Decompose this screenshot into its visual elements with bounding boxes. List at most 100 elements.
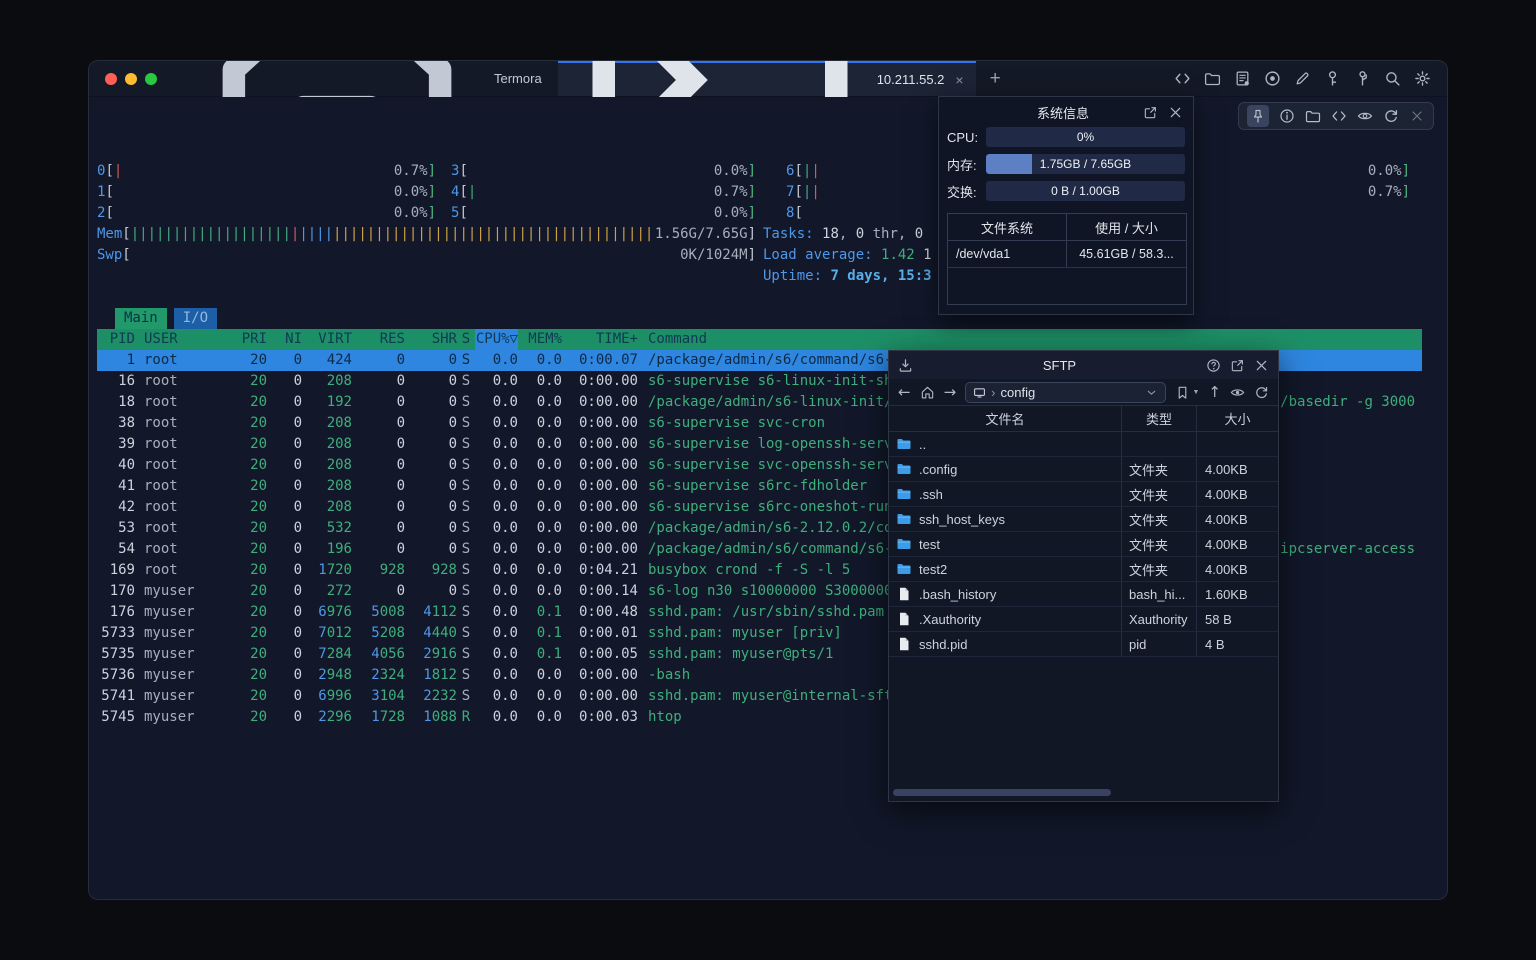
download-icon[interactable] xyxy=(898,358,913,373)
column-header-shr[interactable]: SHR xyxy=(405,329,457,350)
close-tab-icon[interactable]: × xyxy=(955,72,963,88)
file-name: test xyxy=(919,537,940,552)
htop-tab-main[interactable]: Main xyxy=(115,308,167,329)
refresh-icon[interactable] xyxy=(1254,385,1269,400)
bookmark-button[interactable]: ▼ xyxy=(1175,385,1199,400)
edit-icon[interactable] xyxy=(1294,70,1311,87)
back-icon[interactable]: ← xyxy=(898,383,911,401)
zoom-window-button[interactable] xyxy=(145,73,157,85)
log-icon[interactable] xyxy=(1234,70,1251,87)
nvidia-icon[interactable] xyxy=(1357,108,1373,124)
pin-icon[interactable] xyxy=(1247,105,1269,127)
fnkey-f2[interactable]: F2 xyxy=(164,899,181,900)
sftp-file-row[interactable]: test2文件夹4.00KB xyxy=(889,557,1278,582)
sftp-col-1[interactable]: 类型 xyxy=(1122,406,1197,431)
sftp-file-row[interactable]: .ssh文件夹4.00KB xyxy=(889,482,1278,507)
file-type: 文件夹 xyxy=(1122,557,1197,581)
fnlabel-f10[interactable]: Quit xyxy=(724,899,774,900)
column-header-time[interactable]: TIME+ xyxy=(562,329,638,350)
open-in-window-icon[interactable] xyxy=(1143,105,1158,120)
titlebar-actions xyxy=(1174,61,1447,96)
fnlabel-f5[interactable]: Tree xyxy=(381,899,431,900)
fs-name: /dev/vda1 xyxy=(948,241,1067,267)
fnlabel-f8[interactable]: Nice + xyxy=(582,899,632,900)
file-size xyxy=(1197,432,1278,456)
sftp-file-row[interactable]: ssh_host_keys文件夹4.00KB xyxy=(889,507,1278,532)
fnkey-f1[interactable]: F1 xyxy=(97,899,114,900)
minimize-window-button[interactable] xyxy=(125,73,137,85)
sftp-file-row[interactable]: .bash_historybash_hi...1.60KB xyxy=(889,582,1278,607)
column-header-command[interactable]: Command xyxy=(638,329,1422,350)
new-tab-button[interactable]: + xyxy=(976,61,1015,96)
tab-session[interactable]: 10.211.55.2 × xyxy=(558,61,976,96)
column-header-pid[interactable]: PID xyxy=(97,329,135,350)
fnlabel-f9[interactable]: Kill xyxy=(649,899,699,900)
fnlabel-f3[interactable]: Search xyxy=(248,899,298,900)
fnlabel-f4[interactable]: Filter xyxy=(314,899,364,900)
column-header-cpu[interactable]: CPU%▽ xyxy=(475,329,518,350)
sftp-file-row[interactable]: .XauthorityXauthority58 B xyxy=(889,607,1278,632)
column-header-virt[interactable]: VIRT xyxy=(302,329,352,350)
close-icon[interactable] xyxy=(1409,108,1425,124)
record-icon[interactable] xyxy=(1264,70,1281,87)
show-hidden-eye-icon[interactable] xyxy=(1230,385,1245,400)
terminal-float-toolbar xyxy=(1238,102,1434,130)
key-icon[interactable] xyxy=(1324,70,1341,87)
tab-bar: Termora 10.211.55.2 × + xyxy=(89,61,1447,97)
info-icon[interactable] xyxy=(1279,108,1295,124)
close-icon[interactable] xyxy=(1168,105,1183,120)
column-header-s[interactable]: S xyxy=(457,329,475,350)
column-header-ni[interactable]: NI xyxy=(267,329,302,350)
sftp-file-row[interactable]: test文件夹4.00KB xyxy=(889,532,1278,557)
fnlabel-f1[interactable]: Help xyxy=(114,899,164,900)
fnkey-f7[interactable]: F7 xyxy=(498,899,515,900)
sftp-col-2[interactable]: 大小 xyxy=(1197,406,1278,431)
chevron-down-icon[interactable] xyxy=(1145,386,1158,399)
metric-label: CPU: xyxy=(947,130,986,145)
code-icon[interactable] xyxy=(1331,108,1347,124)
forward-icon[interactable]: → xyxy=(944,383,957,401)
column-header-pri[interactable]: PRI xyxy=(220,329,267,350)
fnkey-f6[interactable]: F6 xyxy=(431,899,448,900)
sysinfo-metric: CPU:0% xyxy=(947,127,1185,147)
file-type xyxy=(1122,432,1197,456)
keychain-icon[interactable] xyxy=(1354,70,1371,87)
tab-termora[interactable]: Termora xyxy=(171,61,558,96)
sftp-file-row[interactable]: .config文件夹4.00KB xyxy=(889,457,1278,482)
close-window-button[interactable] xyxy=(105,73,117,85)
fnkey-f3[interactable]: F3 xyxy=(231,899,248,900)
fnkey-f8[interactable]: F8 xyxy=(565,899,582,900)
settings-icon[interactable] xyxy=(1414,70,1431,87)
sftp-window: SFTP ← → › config ▼ ↑ 文件名类型大小 ...config文… xyxy=(888,350,1279,802)
fnlabel-f7[interactable]: Nice - xyxy=(515,899,565,900)
fnkey-f10[interactable]: F10 xyxy=(699,899,724,900)
fnkey-f5[interactable]: F5 xyxy=(364,899,381,900)
parent-directory-icon[interactable]: ↑ xyxy=(1208,383,1221,401)
file-size: 58 B xyxy=(1197,607,1278,631)
column-header-res[interactable]: RES xyxy=(352,329,405,350)
sysinfo-metric: 内存:1.75GB / 7.65GB xyxy=(947,154,1185,174)
traffic-lights xyxy=(89,61,171,96)
column-header-mem[interactable]: MEM% xyxy=(518,329,562,350)
fnkey-f9[interactable]: F9 xyxy=(632,899,649,900)
sync-icon[interactable] xyxy=(1383,108,1399,124)
htop-tab-io[interactable]: I/O xyxy=(174,308,217,329)
sftp-file-row[interactable]: sshd.pidpid4 B xyxy=(889,632,1278,657)
folder-icon[interactable] xyxy=(1305,108,1321,124)
column-header-user[interactable]: USER xyxy=(135,329,220,350)
home-icon[interactable] xyxy=(920,385,935,400)
open-in-window-icon[interactable] xyxy=(1230,358,1245,373)
file-size: 4.00KB xyxy=(1197,482,1278,506)
sftp-col-0[interactable]: 文件名 xyxy=(889,406,1122,431)
search-icon[interactable] xyxy=(1384,70,1401,87)
fnlabel-f2[interactable]: Setup xyxy=(181,899,231,900)
close-icon[interactable] xyxy=(1254,358,1269,373)
sftp-file-row[interactable]: .. xyxy=(889,432,1278,457)
path-breadcrumb[interactable]: › config xyxy=(965,382,1166,403)
folder-icon[interactable] xyxy=(1204,70,1221,87)
help-icon[interactable] xyxy=(1206,358,1221,373)
horizontal-scrollbar[interactable] xyxy=(893,789,1111,796)
fnkey-f4[interactable]: F4 xyxy=(298,899,315,900)
fnlabel-f6[interactable]: SortBy xyxy=(448,899,498,900)
code-icon[interactable] xyxy=(1174,70,1191,87)
